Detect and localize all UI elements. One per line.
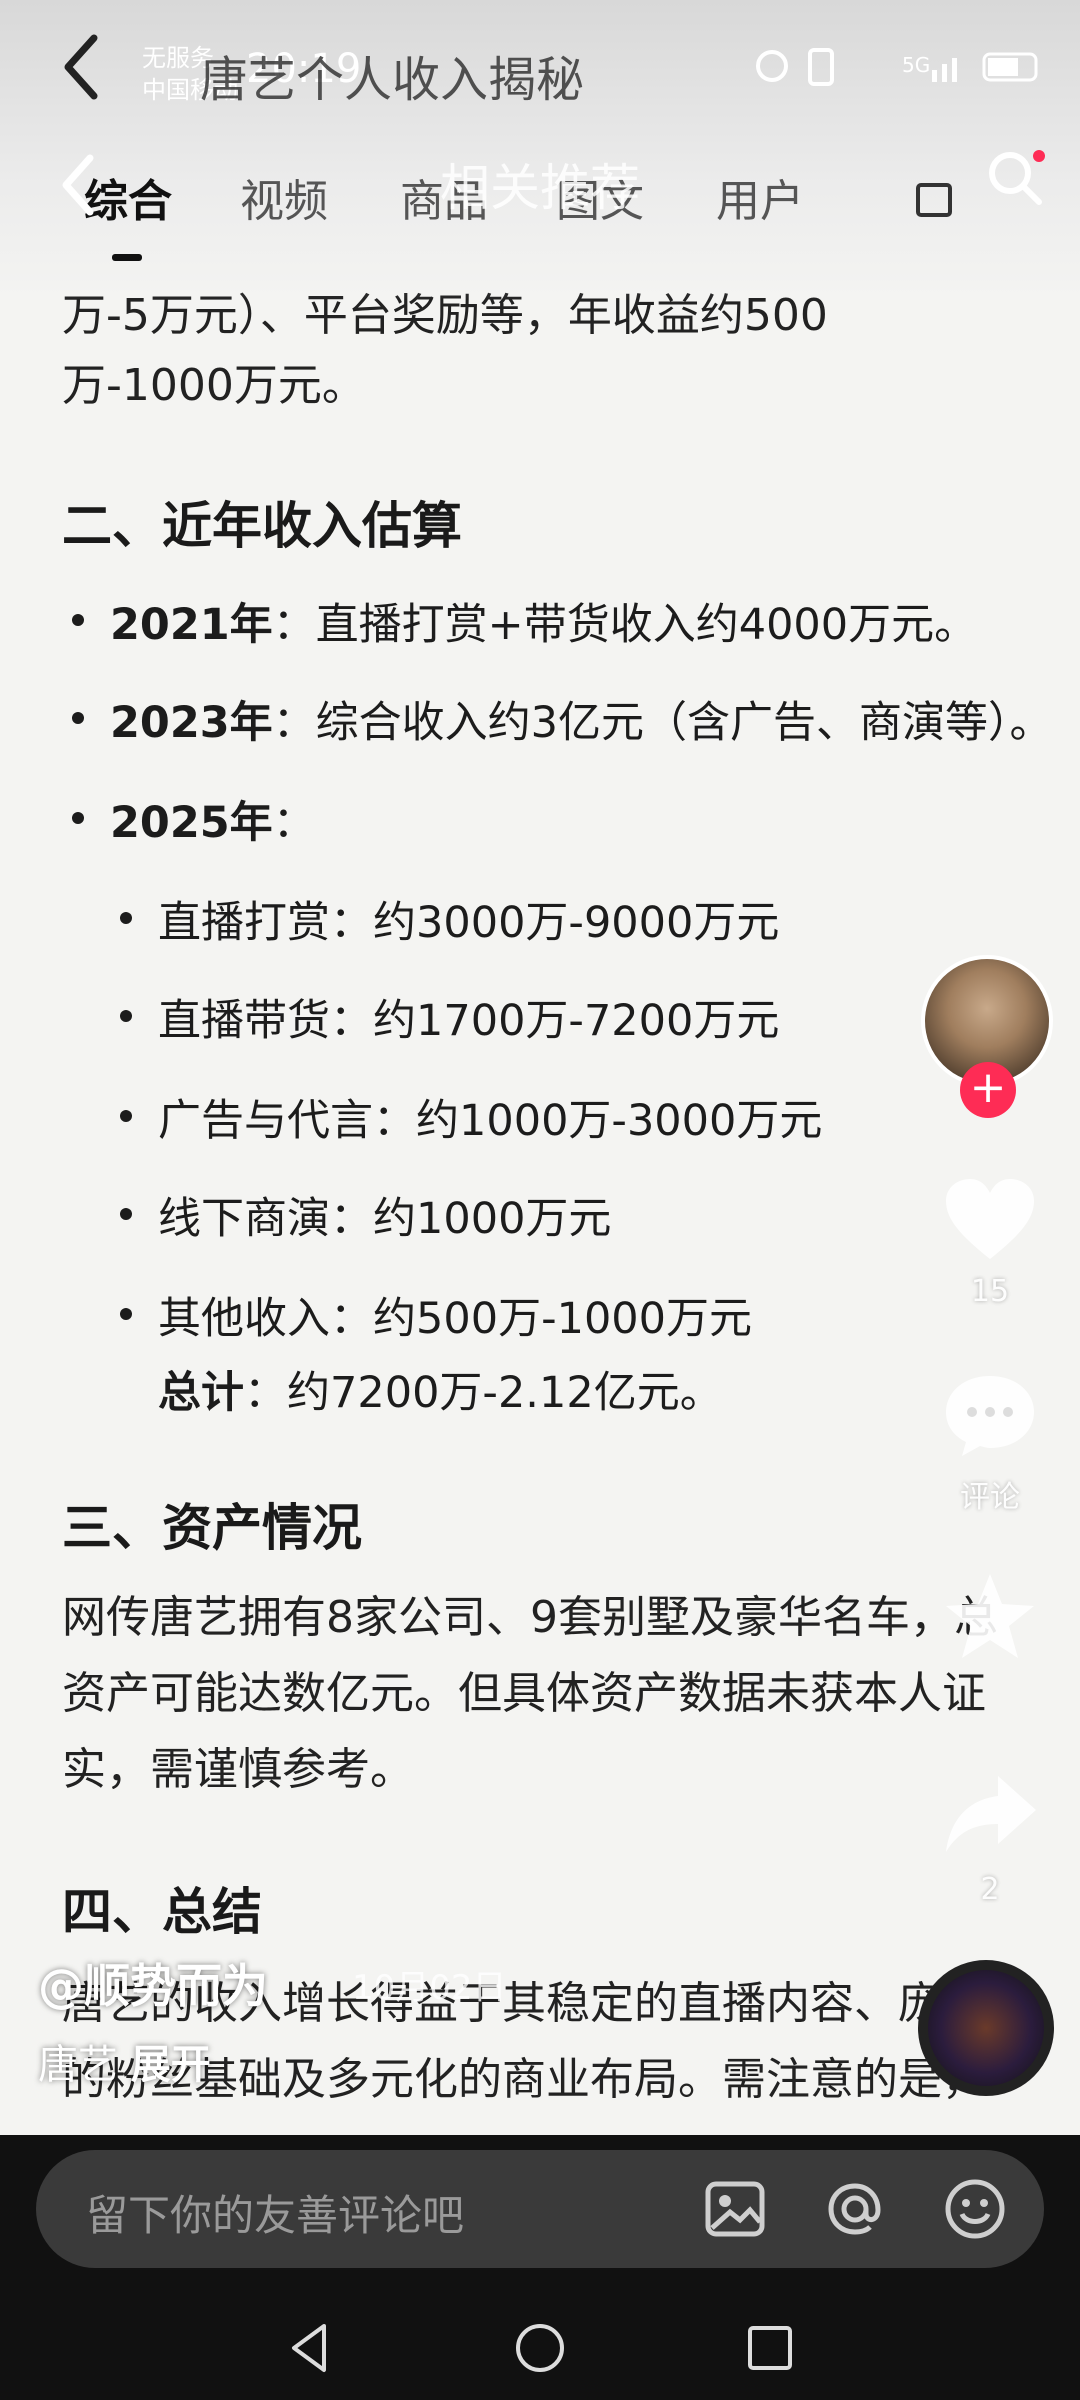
overlay-title: 相关推荐: [440, 159, 640, 217]
description-text: 唐艺: [38, 2042, 131, 2088]
underlay-title: 唐艺个人收入揭秘: [200, 52, 585, 108]
text-2023: ：综合收入约3亿元（含广告、商演等）。: [272, 698, 1053, 748]
total-label: 总计: [158, 1368, 244, 1418]
back-icon[interactable]: [56, 150, 100, 220]
tab-video[interactable]: 视频: [240, 165, 328, 229]
year-2021: 2021年: [110, 600, 273, 650]
bullet-2021: 2021年：直播打赏+带货收入约4000万元。: [71, 590, 978, 652]
at-icon[interactable]: [820, 2174, 890, 2244]
post-date: 10月02日: [352, 1968, 507, 2008]
expand-link[interactable]: 展开: [131, 2042, 211, 2088]
heart-icon[interactable]: [940, 1175, 1040, 1265]
year-2025: 2025年: [110, 798, 273, 848]
share-icon[interactable]: [940, 1770, 1040, 1860]
image-icon[interactable]: [700, 2174, 770, 2244]
screen: 万-5万元）、平台奖励等，年收益约500 万-1000万元。 二、近年收入估算 …: [0, 0, 1080, 2135]
active-tab-indicator: [112, 254, 142, 261]
text-2021: ：直播打赏+带货收入约4000万元。: [272, 600, 978, 650]
svg-text:5G: 5G: [902, 53, 930, 77]
article-screenshot: 万-5万元）、平台奖励等，年收益约500 万-1000万元。 二、近年收入估算 …: [0, 0, 1080, 2135]
bullet-2023: 2023年：综合收入约3亿元（含广告、商演等）。: [72, 688, 1053, 750]
status-icons: 5G: [756, 48, 1038, 86]
bullet-2025: 2025年：: [72, 788, 316, 850]
section4-title: 四、总结: [62, 1883, 262, 1941]
emoji-icon[interactable]: [940, 2174, 1010, 2244]
nav-recent-icon[interactable]: [740, 2318, 800, 2378]
section3-title: 三、资产情况: [62, 1499, 362, 1557]
share-count: 2: [980, 1872, 1000, 1907]
system-nav-bar: [0, 2290, 1080, 2400]
sub-item: 线下商演：约1000万元: [119, 1184, 611, 1246]
star-icon[interactable]: [940, 1570, 1040, 1660]
comment-placeholder: 留下你的友善评论吧: [86, 2191, 465, 2240]
comment-input[interactable]: 留下你的友善评论吧: [36, 2150, 1044, 2268]
comment-icon[interactable]: [940, 1370, 1040, 1460]
s3-line-2: 资产可能达数亿元。但具体资产数据未获本人证: [62, 1668, 986, 1719]
tab-users[interactable]: 用户: [716, 165, 804, 229]
intro-line-2: 万-1000万元。: [62, 360, 366, 411]
year-2023: 2023年: [110, 698, 273, 748]
nav-back-icon[interactable]: [280, 2318, 340, 2378]
sub-item: 直播带货：约1700万-7200万元: [119, 986, 779, 1048]
text-2025: ：: [272, 798, 316, 848]
s3-line-3: 实，需谨慎参考。: [62, 1744, 414, 1795]
follow-button[interactable]: +: [960, 1062, 1016, 1118]
total-line: 总计：约7200万-2.12亿元。: [158, 1358, 723, 1420]
comment-label: 评论: [960, 1480, 1020, 1515]
back-icon[interactable]: [58, 32, 106, 102]
sub-item: 广告与代言：约1000万-3000万元: [119, 1086, 822, 1148]
s3-line-1: 网传唐艺拥有8家公司、9套别墅及豪华名车，总: [62, 1592, 998, 1643]
sub-item: 直播打赏：约3000万-9000万元: [119, 888, 779, 950]
music-disc[interactable]: [918, 1960, 1054, 2096]
post-description: 唐艺 展开: [38, 2032, 211, 2090]
like-count: 15: [970, 1274, 1010, 1309]
search-icon[interactable]: [985, 148, 1045, 208]
filter-icon[interactable]: [914, 177, 954, 221]
sub-item: 其他收入：约500万-1000万元: [119, 1284, 752, 1346]
nav-home-icon[interactable]: [510, 2318, 570, 2378]
author-name[interactable]: @顺势而为: [38, 1950, 268, 2016]
total-text: ：约7200万-2.12亿元。: [244, 1368, 723, 1418]
section2-title: 二、近年收入估算: [62, 497, 462, 555]
